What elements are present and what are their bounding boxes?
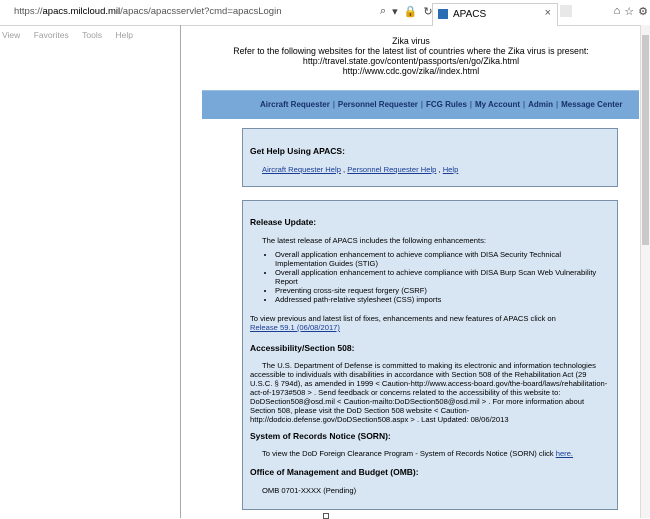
scrollbar-thumb[interactable] [642,35,649,245]
sorn-link[interactable]: here. [556,449,573,458]
url-scheme: https:// [14,6,43,17]
list-item: Overall application enhancement to achie… [275,250,605,268]
search-icon[interactable]: ⌕ [380,5,386,18]
nav-separator: | [556,100,559,109]
notice-line: http://www.cdc.gov/zika//index.html [342,66,480,76]
nav-my-account[interactable]: My Account [475,100,520,109]
sorn-text: To view the DoD Foreign Clearance Progra… [262,449,554,458]
tab-title: APACS [453,9,487,20]
enhancement-list: Overall application enhancement to achie… [263,250,605,304]
home-icon[interactable]: ⌂ [614,5,621,18]
nav-aircraft-requester[interactable]: Aircraft Requester [260,100,330,109]
menu-tools[interactable]: Tools [82,30,102,40]
aircraft-requester-help-link[interactable]: Aircraft Requester Help [262,165,341,174]
url-domain: apacs.milcloud.mil [42,6,121,17]
release-fixes-text: To view previous and latest list of fixe… [250,314,556,323]
zika-notice: Zika virus Refer to the following websit… [181,36,641,76]
omb-title: Office of Management and Budget (OMB): [250,467,419,477]
menu-view[interactable]: View [2,30,20,40]
scrollbar[interactable] [640,25,650,518]
tab-apacs[interactable]: APACS × [432,3,558,26]
notice-line: Zika virus [392,36,430,46]
release-intro: The latest release of APACS includes the… [262,236,487,245]
address-bar[interactable]: https://apacs.milcloud.mil/apacs/apacsse… [0,0,650,26]
notice-line: http://travel.state.gov/content/passport… [302,56,520,66]
list-item: Overall application enhancement to achie… [275,268,605,286]
nav-personnel-requester[interactable]: Personnel Requester [338,100,418,109]
nav-separator: | [469,100,472,109]
help-title: Get Help Using APACS: [250,146,345,156]
info-panel: Release Update: The latest release of AP… [242,200,618,510]
favorites-icon[interactable]: ☆ [624,5,634,18]
personnel-requester-help-link[interactable]: Personnel Requester Help [347,165,436,174]
omb-text: OMB 0701-XXXX (Pending) [262,486,357,495]
url-path: /apacs/apacsservlet?cmd=apacsLogin [120,6,282,17]
release-title: Release Update: [250,217,317,227]
notice-line: Refer to the following websites for the … [233,46,589,56]
help-link[interactable]: Help [443,165,459,174]
nav-separator: | [523,100,526,109]
menu-favorites[interactable]: Favorites [34,30,69,40]
nav-separator: | [420,100,423,109]
menu-help[interactable]: Help [115,30,132,40]
accessibility-text: The U.S. Department of Defense is commit… [250,361,608,424]
list-item: Preventing cross-site request forgery (C… [275,286,605,295]
dropdown-icon[interactable]: ▾ [392,5,398,18]
nav-separator: | [332,100,335,109]
lock-icon[interactable]: 🔒 [404,5,418,18]
list-item: Addressed path-relative stylesheet (CSS)… [275,295,605,304]
gear-icon[interactable]: ⚙ [638,5,648,18]
accessibility-title: Accessibility/Section 508: [250,343,355,353]
release-notes-link[interactable]: Release 59.1 (06/08/2017) [250,323,340,332]
tab-close-icon[interactable]: × [545,7,551,19]
url-text[interactable]: https://apacs.milcloud.mil/apacs/apacsse… [14,6,281,17]
main-nav: Aircraft Requester | Personnel Requester | F… [202,90,639,119]
sorn-title: System of Records Notice (SORN): [250,431,391,441]
nav-fcg-rules[interactable]: FCG Rules [426,100,467,109]
new-tab-button[interactable] [560,5,572,17]
resize-handle[interactable] [323,513,329,519]
site-favicon-icon [438,9,448,19]
nav-message-center[interactable]: Message Center [561,100,622,109]
help-panel: Get Help Using APACS: Aircraft Requester… [242,128,618,187]
menu-bar: View Favorites Tools Help [0,25,180,40]
pane-divider[interactable] [180,25,181,518]
nav-admin[interactable]: Admin [528,100,553,109]
